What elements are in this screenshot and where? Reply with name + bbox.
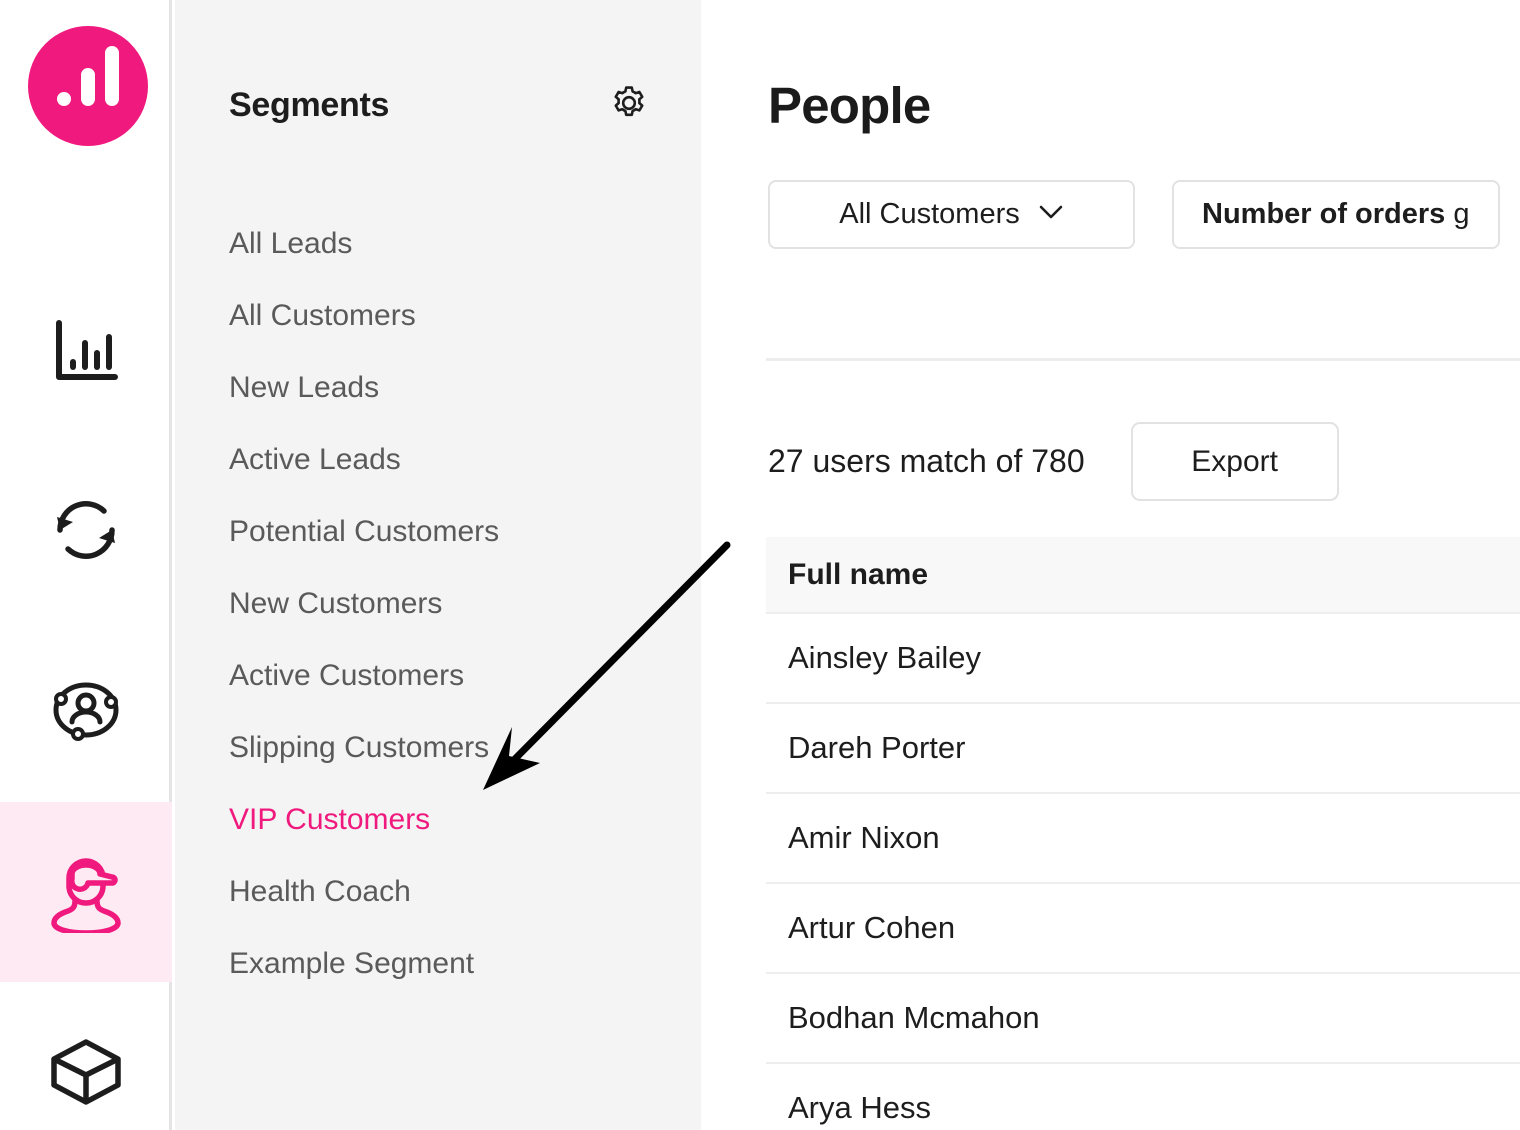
main-content: People All Customers Number of orders g … xyxy=(701,0,1520,1130)
rail-item-analytics[interactable] xyxy=(0,262,172,442)
export-button[interactable]: Export xyxy=(1130,422,1339,501)
table-header-row: Full name xyxy=(766,537,1520,612)
app-root: Segments All Leads All Customers New Lea… xyxy=(0,0,1520,1130)
segments-panel: Segments All Leads All Customers New Lea… xyxy=(175,0,701,1130)
filter-pill-label: Number of orders g xyxy=(1202,198,1470,231)
segment-item-new-leads[interactable]: New Leads xyxy=(229,352,689,424)
logo-bar-3 xyxy=(105,46,119,106)
segment-item-health-coach[interactable]: Health Coach xyxy=(229,856,689,928)
box-cube-icon xyxy=(46,1034,126,1110)
people-table: Full name Ainsley Bailey Dareh Porter Am… xyxy=(766,537,1520,1130)
filter-pill-rest: g xyxy=(1453,198,1470,230)
cell-full-name: Bodhan Mcmahon xyxy=(788,1000,1040,1035)
segment-item-potential-customers[interactable]: Potential Customers xyxy=(229,496,689,568)
segment-item-example-segment[interactable]: Example Segment xyxy=(229,928,689,1000)
filter-row: All Customers Number of orders g xyxy=(768,180,1500,249)
chevron-down-icon xyxy=(1038,204,1064,225)
number-of-orders-filter[interactable]: Number of orders g xyxy=(1172,180,1500,249)
table-row[interactable]: Bodhan Mcmahon xyxy=(766,972,1520,1062)
icon-rail xyxy=(0,0,172,1130)
user-network-icon xyxy=(45,669,127,751)
segments-settings-button[interactable] xyxy=(609,85,649,125)
person-cap-icon xyxy=(47,851,125,933)
table-row[interactable]: Arya Hess xyxy=(766,1062,1520,1130)
segment-list: All Leads All Customers New Leads Active… xyxy=(229,208,689,1000)
segment-item-all-customers[interactable]: All Customers xyxy=(229,280,689,352)
page-title: People xyxy=(768,77,931,134)
logo-bar-1 xyxy=(57,92,71,106)
table-row[interactable]: Ainsley Bailey xyxy=(766,612,1520,702)
segment-item-new-customers[interactable]: New Customers xyxy=(229,568,689,640)
cell-full-name: Amir Nixon xyxy=(788,820,940,855)
gear-icon xyxy=(610,84,648,127)
match-row: 27 users match of 780 Export xyxy=(768,422,1339,501)
segment-item-active-customers[interactable]: Active Customers xyxy=(229,640,689,712)
segment-dropdown[interactable]: All Customers xyxy=(768,180,1135,249)
segment-item-vip-customers[interactable]: VIP Customers xyxy=(229,784,689,856)
segment-item-all-leads[interactable]: All Leads xyxy=(229,208,689,280)
section-divider xyxy=(766,358,1520,361)
refresh-sync-icon xyxy=(46,490,126,570)
filter-pill-bold: Number of orders xyxy=(1202,198,1446,230)
table-row[interactable]: Amir Nixon xyxy=(766,792,1520,882)
bar-chart-logo-icon[interactable] xyxy=(28,26,148,146)
rail-item-people[interactable] xyxy=(0,802,172,982)
cell-full-name: Ainsley Bailey xyxy=(788,640,981,675)
segment-dropdown-value: All Customers xyxy=(839,198,1020,230)
cell-full-name: Dareh Porter xyxy=(788,730,966,765)
table-row[interactable]: Dareh Porter xyxy=(766,702,1520,792)
rail-item-products[interactable] xyxy=(0,982,172,1130)
logo-bar-2 xyxy=(81,68,95,106)
cell-full-name: Arya Hess xyxy=(788,1090,931,1125)
cell-full-name: Artur Cohen xyxy=(788,910,956,945)
segment-item-active-leads[interactable]: Active Leads xyxy=(229,424,689,496)
match-count-text: 27 users match of 780 xyxy=(768,443,1085,479)
rail-item-sync[interactable] xyxy=(0,440,172,620)
segments-title: Segments xyxy=(229,85,390,124)
rail-item-audience[interactable] xyxy=(0,620,172,800)
bar-chart-icon xyxy=(49,315,123,389)
segments-header: Segments xyxy=(229,85,649,125)
column-header-full-name: Full name xyxy=(788,557,929,591)
segment-item-slipping-customers[interactable]: Slipping Customers xyxy=(229,712,689,784)
table-row[interactable]: Artur Cohen xyxy=(766,882,1520,972)
